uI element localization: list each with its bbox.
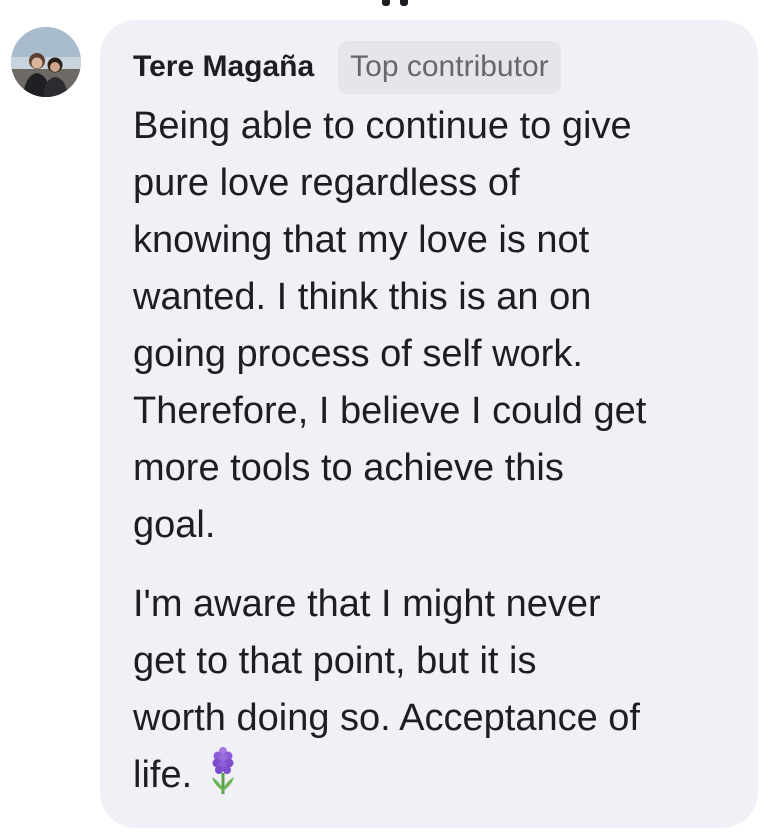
top-contributor-badge[interactable]: Top contributor <box>338 40 561 94</box>
comment-paragraph: Being able to continue to give pure love… <box>133 105 647 546</box>
comment-header: Tere Magaña Top contributor <box>133 40 561 94</box>
comment-bubble: Tere Magaña Top contributor Being able t… <box>100 20 758 828</box>
author-name[interactable]: Tere Magaña <box>133 50 314 84</box>
profile-photo-icon <box>11 27 81 97</box>
avatar[interactable] <box>11 27 81 97</box>
previous-comment-text-fragment <box>372 0 432 6</box>
comment-body: Being able to continue to give pure love… <box>133 98 733 812</box>
comment-paragraph: I'm aware that I might never get to that… <box>133 576 733 812</box>
hyacinth-icon <box>208 747 238 812</box>
